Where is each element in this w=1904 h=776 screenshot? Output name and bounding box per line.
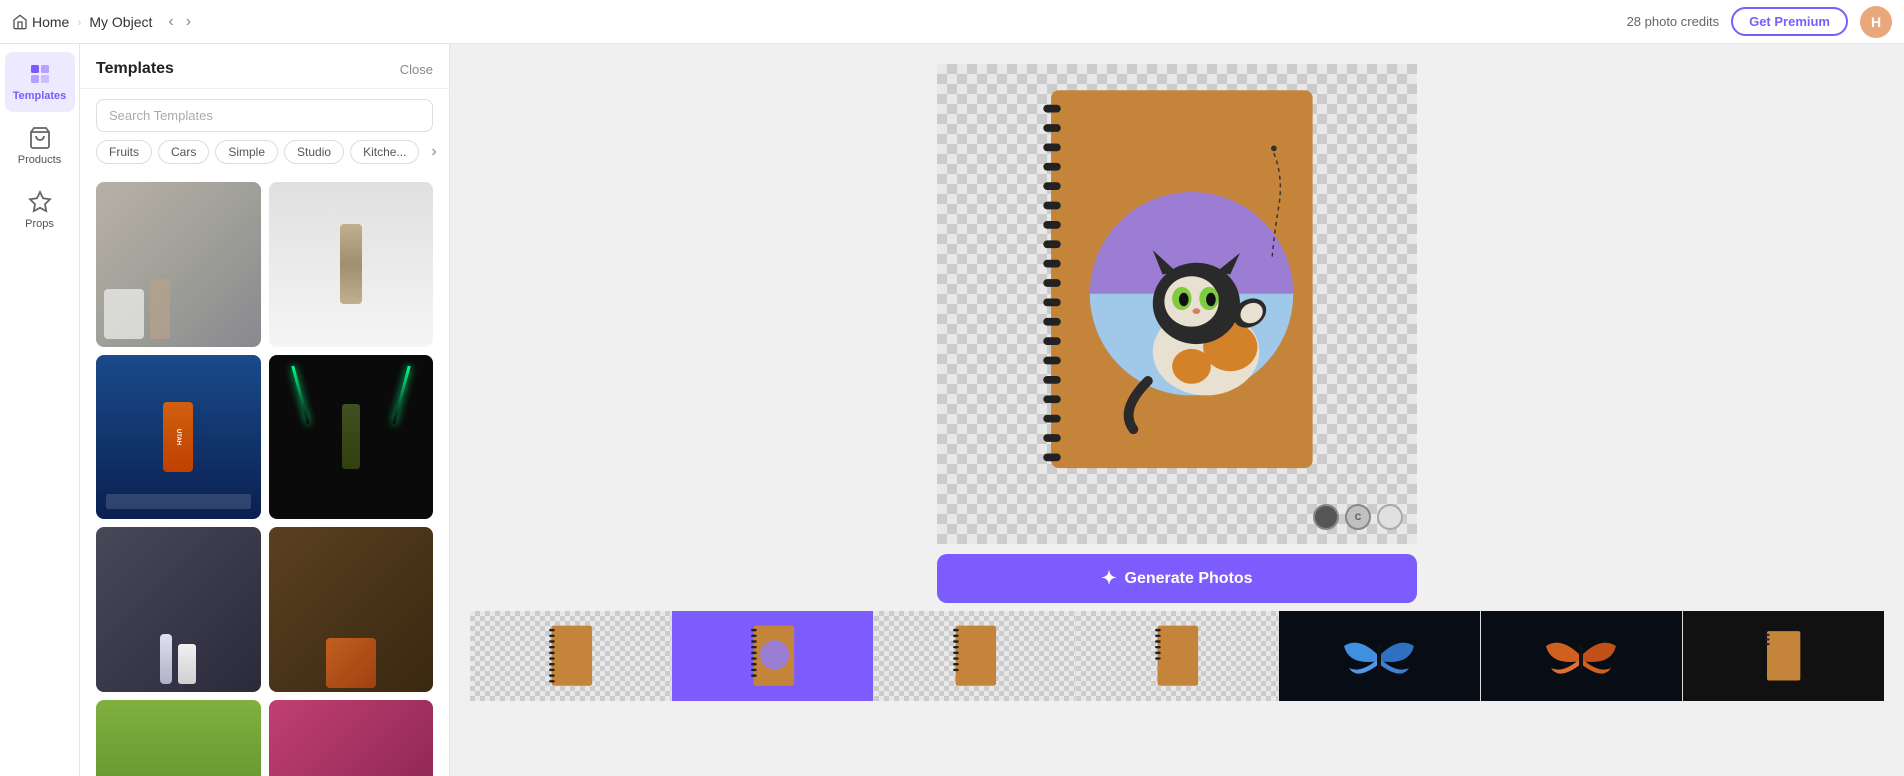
template-card[interactable] [269,182,434,347]
generate-label: Generate Photos [1125,570,1253,588]
templates-grid: UTAH [96,182,433,776]
templates-label: Templates [13,90,67,102]
products-label: Products [18,154,61,166]
thumb-butterfly-blue [1279,611,1480,701]
icon-sidebar: Templates Products Props [0,44,80,776]
canvas-checkerboard: C [937,64,1417,544]
notebook-image [1022,74,1332,494]
template-card[interactable] [269,700,434,776]
templates-header: Templates Close [80,44,449,89]
template-card[interactable] [96,700,261,776]
category-cars[interactable]: Cars [158,140,209,164]
nav-back-button[interactable]: ‹ [164,11,177,33]
home-icon [12,14,28,30]
canvas-bottom: C ✦ Generate Photos [470,64,1884,701]
bottom-thumb-3[interactable] [874,611,1076,701]
bottom-thumbnails-row [470,611,1884,701]
nav-buttons: ‹ › [164,11,195,33]
object-label: My Object [89,14,152,30]
thumb-notebook-plain-3 [1076,611,1277,701]
thumb-notebook-plain-1 [470,611,671,701]
home-label: Home [32,14,69,30]
category-fruits[interactable]: Fruits [96,140,152,164]
close-button[interactable]: Close [400,62,433,77]
topbar: Home › My Object ‹ › 28 photo credits Ge… [0,0,1904,44]
sidebar-item-props[interactable]: Props [5,180,75,240]
bottom-thumb-5[interactable] [1279,611,1481,701]
templates-panel-title: Templates [96,60,174,78]
template-card[interactable] [96,527,261,692]
products-icon [28,126,52,150]
templates-icon [28,62,52,86]
category-kitchen[interactable]: Kitche... [350,140,419,164]
topbar-right: 28 photo credits Get Premium H [1627,6,1892,38]
category-simple[interactable]: Simple [215,140,278,164]
thumb-dark-extra [1683,611,1884,701]
template-card[interactable] [269,355,434,520]
category-studio[interactable]: Studio [284,140,344,164]
swatch-c: C [1345,504,1371,530]
bottom-thumb-1[interactable] [470,611,672,701]
color-swatches: C [1313,504,1403,530]
bottom-thumb-2[interactable] [672,611,874,701]
main-layout: Templates Products Props Templates Close [0,44,1904,776]
avatar: H [1860,6,1892,38]
templates-search [80,89,449,140]
bottom-thumb-6[interactable] [1481,611,1683,701]
search-input[interactable] [96,99,433,132]
bottom-thumb-7[interactable] [1683,611,1884,701]
category-more-button[interactable]: › [425,141,442,163]
generate-photos-button[interactable]: ✦ Generate Photos [937,554,1417,603]
template-card[interactable]: UTAH [96,355,261,520]
sidebar-item-products[interactable]: Products [5,116,75,176]
thumb-notebook-purple [672,611,873,701]
templates-panel: Templates Close Fruits Cars Simple Studi… [80,44,450,776]
home-link[interactable]: Home [12,14,69,30]
templates-grid-container: UTAH [80,174,449,776]
thumb-butterfly-orange [1481,611,1682,701]
nav-forward-button[interactable]: › [182,11,195,33]
bottom-thumb-4[interactable] [1076,611,1278,701]
premium-button[interactable]: Get Premium [1731,7,1848,36]
swatch-dark [1313,504,1339,530]
canvas-area: C ✦ Generate Photos [450,44,1904,776]
category-tabs: Fruits Cars Simple Studio Kitche... › [80,140,449,174]
breadcrumb-separator: › [77,15,81,29]
sidebar-item-templates[interactable]: Templates [5,52,75,112]
template-card[interactable] [96,182,261,347]
thumb-notebook-plain-2 [874,611,1075,701]
props-label: Props [25,218,54,230]
photo-credits: 28 photo credits [1627,14,1720,29]
swatch-light [1377,504,1403,530]
template-card[interactable] [269,527,434,692]
props-icon [28,190,52,214]
generate-star-icon: ✦ [1101,568,1116,589]
